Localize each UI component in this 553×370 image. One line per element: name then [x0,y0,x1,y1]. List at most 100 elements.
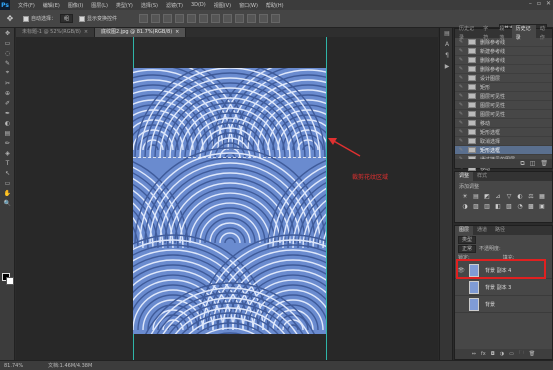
background-color-swatch[interactable] [6,277,14,285]
layers-tab-1[interactable]: 通道 [473,226,491,235]
tool-icon-7[interactable]: ✐ [0,98,15,108]
history-tab-3[interactable]: 历史记录 [511,24,536,43]
history-source-brush-icon[interactable]: ✎ [457,146,465,154]
adjustment-icon-5[interactable]: ◐ [516,193,524,200]
menu-item-6[interactable]: 滤镜(T) [162,2,187,9]
history-source-brush-icon[interactable]: ✎ [457,83,465,91]
tool-icon-9[interactable]: ◐ [0,118,15,128]
actions-panel-icon[interactable]: ▶ [440,61,454,72]
tab-document-0[interactable]: 未标题-1 @ 52%(RGB/8) × [16,28,96,37]
tool-icon-10[interactable]: ▤ [0,128,15,138]
align-right-icon[interactable] [199,14,209,23]
align-top-icon[interactable] [139,14,149,23]
adjustments-tab-1[interactable]: 样式 [473,172,491,181]
adjustment-icon-8[interactable]: ◑ [461,203,469,210]
tab-close-icon[interactable]: × [84,29,88,35]
align-vcenter-icon[interactable] [151,14,161,23]
adjustment-icon-14[interactable]: ▩ [527,203,535,210]
auto-select-dropdown[interactable]: 组 [60,14,74,23]
history-tab-4[interactable]: 动作 [536,25,552,43]
history-row[interactable]: ✎ 设计图层 [455,74,552,83]
document-size[interactable]: 文档:1.46M/4.38M [28,362,92,369]
tool-icon-6[interactable]: ⊕ [0,88,15,98]
guide-line-right[interactable] [326,37,327,360]
adjustments-tab-0[interactable]: 调整 [455,172,474,181]
tab-close-icon[interactable]: × [175,29,179,35]
align-bottom-icon[interactable] [163,14,173,23]
layer-row[interactable]: 背景 [455,296,552,313]
history-source-brush-icon[interactable]: ✎ [457,110,465,118]
tool-icon-4[interactable]: ⌖ [0,68,15,78]
blend-mode-select[interactable]: 正常 [458,244,477,253]
history-row[interactable]: ✎ 删除参考线 [455,56,552,65]
close-icon[interactable]: ✕ [546,0,551,7]
menu-item-0[interactable]: 文件(F) [14,2,39,9]
tool-icon-11[interactable]: ✏ [0,138,15,148]
tool-icon-15[interactable]: ▭ [0,178,15,188]
distribute-top-icon[interactable] [211,14,221,23]
history-source-brush-icon[interactable]: ✎ [457,65,465,73]
history-row[interactable]: ✎ 新建参考线 [455,47,552,56]
history-source-brush-icon[interactable]: ✎ [457,56,465,64]
new-layer-icon[interactable]: 🗀 [519,350,524,358]
canvas-area[interactable]: 裁剪花纹区域 [16,37,438,360]
tool-icon-12[interactable]: ◈ [0,148,15,158]
adjustment-icon-10[interactable]: ▥ [483,203,491,210]
history-row[interactable]: ✎ 删除参考线 [455,65,552,74]
history-source-brush-icon[interactable]: ✎ [457,38,465,46]
adjustment-icon-3[interactable]: ⊿ [494,193,502,200]
adjustment-icon-11[interactable]: ◧ [494,203,502,210]
history-source-brush-icon[interactable]: ✎ [457,101,465,109]
adjustment-icon-1[interactable]: ▤ [472,193,480,200]
adjustment-icon-6[interactable]: ⚖ [527,193,535,200]
layer-row[interactable]: 背景 副本 3 [455,279,552,296]
history-row[interactable]: ✎ 矩形选框 [455,146,552,155]
history-source-brush-icon[interactable]: ✎ [457,119,465,127]
history-row[interactable]: ✎ 取消选择 [455,137,552,146]
adjustment-icon-4[interactable]: ▽ [505,193,513,200]
history-source-brush-icon[interactable]: ✎ [457,128,465,136]
new-group-icon[interactable]: ▭ [509,351,514,357]
document-image[interactable] [133,68,326,334]
adjustment-icon-2[interactable]: ◩ [483,193,491,200]
layer-kind-filter[interactable]: 类型 [458,235,477,244]
history-panel-icon[interactable]: ▤ [440,28,454,39]
layer-style-icon[interactable]: fx [481,351,486,357]
history-row[interactable]: ✎ 矩形选框 [455,128,552,137]
tool-icon-8[interactable]: ✒ [0,108,15,118]
new-snapshot-icon[interactable]: ◫ [530,160,536,167]
distribute-vcenter-icon[interactable] [223,14,233,23]
history-source-brush-icon[interactable]: ✎ [457,74,465,82]
history-row[interactable]: ✎ 图层可见性 [455,110,552,119]
new-document-from-state-icon[interactable]: ⧉ [520,160,524,168]
tool-icon-2[interactable]: ◌ [0,48,15,58]
menu-item-7[interactable]: 3D(D) [187,2,210,9]
adjustment-icon-0[interactable]: ☀ [461,193,469,200]
distribute-hcenter-icon[interactable] [259,14,269,23]
delete-layer-icon[interactable]: 🗑 [529,351,535,357]
menu-item-4[interactable]: 类型(Y) [112,2,137,9]
history-source-brush-icon[interactable]: ✎ [457,92,465,100]
tool-icon-3[interactable]: ✎ [0,58,15,68]
tool-icon-0[interactable]: ✥ [0,28,15,38]
history-source-brush-icon[interactable]: ✎ [457,137,465,145]
adjustment-icon-12[interactable]: ▧ [505,203,513,210]
tab-document-1[interactable]: 底纹图2.jpg @ 81.7%(RGB/8) × [95,28,187,37]
character-panel-icon[interactable]: A [440,39,454,50]
layers-tab-0[interactable]: 图层 [455,226,474,235]
move-tool-icon[interactable]: ✥ [3,13,17,25]
distribute-left-icon[interactable] [247,14,257,23]
history-row[interactable]: ✎ 图层可见性 [455,92,552,101]
adjustment-icon-15[interactable]: ▣ [538,203,546,210]
show-transform-checkbox[interactable] [79,15,86,22]
menu-item-2[interactable]: 图像(I) [64,2,87,9]
adjustment-icon-9[interactable]: ▨ [472,203,480,210]
maximize-icon[interactable]: ▫ [537,0,541,7]
paragraph-panel-icon[interactable]: ¶ [440,50,454,61]
tool-icon-13[interactable]: T [0,158,15,168]
menu-item-8[interactable]: 视图(V) [210,2,235,9]
menu-item-10[interactable]: 帮助(H) [262,2,288,9]
history-row[interactable]: ✎ 移动 [455,119,552,128]
align-left-icon[interactable] [175,14,185,23]
history-row[interactable]: ✎ 图层可见性 [455,101,552,110]
